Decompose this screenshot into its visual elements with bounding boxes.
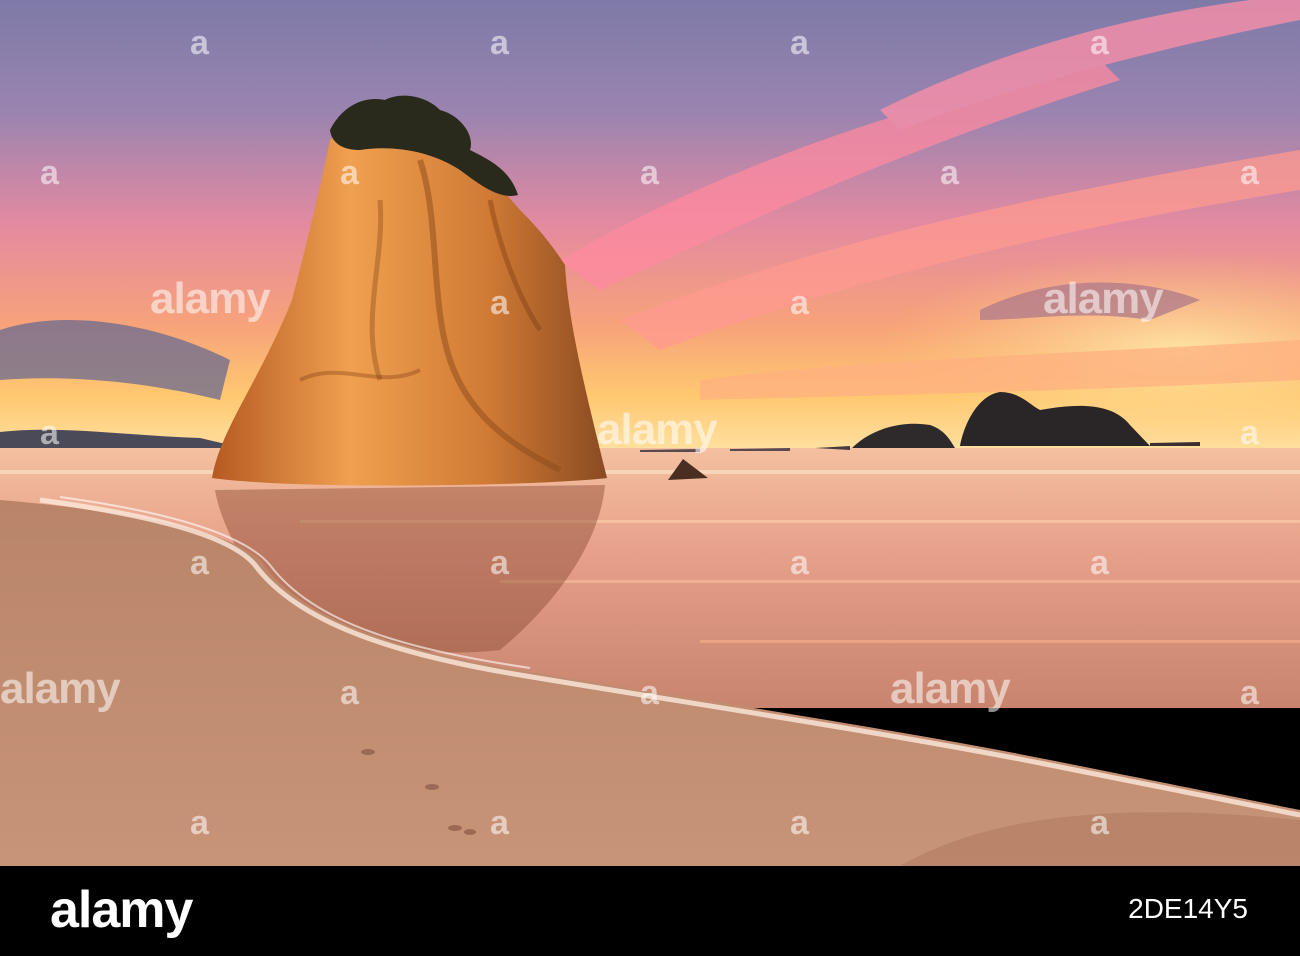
footer-bar: alamy 2DE14Y5 <box>0 866 1300 956</box>
photo-stage: alamy alamy alamy alamy alamy a a a a a … <box>0 0 1300 956</box>
beach-sunset-photo <box>0 0 1300 866</box>
alamy-logo: alamy <box>50 881 193 939</box>
image-id: 2DE14Y5 <box>1128 893 1248 924</box>
